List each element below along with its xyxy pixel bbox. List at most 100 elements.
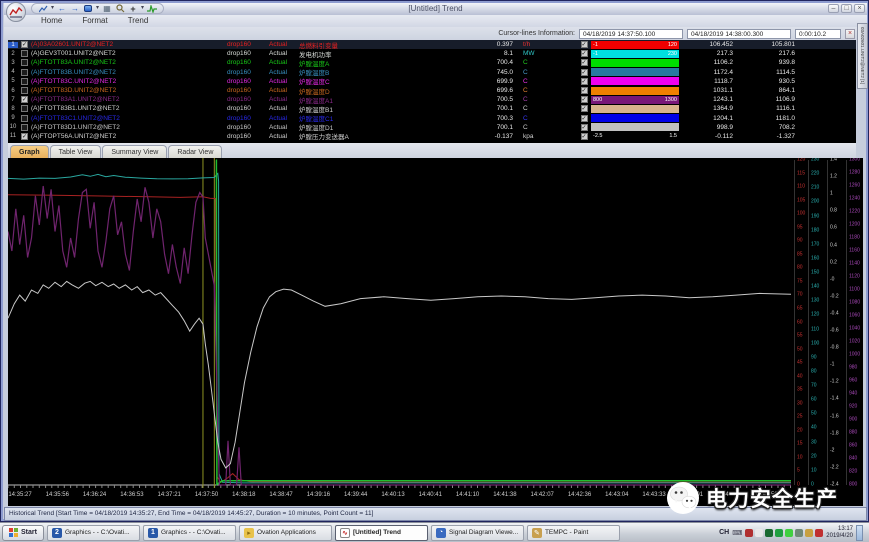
cursor1-value: 1118.7: [679, 78, 733, 85]
menu-tab-home[interactable]: Home: [32, 15, 71, 27]
plot-checkbox[interactable]: ✓: [581, 133, 588, 140]
scale-color-bar[interactable]: -1120: [591, 41, 679, 49]
scale-color-bar[interactable]: [591, 77, 679, 85]
table-row[interactable]: 11✓(A)FTOPT56A.UNIT2@NET2drop160Actual炉膛…: [8, 132, 856, 141]
row-checkbox[interactable]: ✓: [21, 96, 28, 103]
grid-icon[interactable]: ▦: [102, 4, 112, 13]
plot-checkbox[interactable]: ✓: [581, 115, 588, 122]
tab-summary-view[interactable]: Summary View: [102, 145, 167, 158]
tray-icon-4[interactable]: [775, 529, 783, 537]
chevron-down-icon[interactable]: ▾: [96, 4, 99, 13]
row-checkbox[interactable]: [21, 105, 28, 112]
tab-radar-view[interactable]: Radar View: [168, 145, 222, 158]
row-checkbox[interactable]: [21, 78, 28, 85]
plot-checkbox[interactable]: ✓: [581, 105, 588, 112]
scale-color-bar[interactable]: [591, 114, 679, 122]
time-axis-label: 14:37:50: [195, 492, 218, 498]
axis-tick-label: 1260: [849, 184, 860, 189]
tray-icon-7[interactable]: [805, 529, 813, 537]
plot-checkbox-cell: ✓: [577, 124, 591, 131]
axis-tick-label: 70: [811, 384, 817, 389]
row-checkbox[interactable]: [21, 50, 28, 57]
back-arrow-icon[interactable]: ←: [57, 4, 67, 13]
scale-color-bar[interactable]: -1230: [591, 50, 679, 58]
cursor1-time-field[interactable]: 04/18/2019 14:37:50.100: [579, 29, 683, 39]
trend-chart-icon[interactable]: [38, 4, 48, 13]
scale-color-bar[interactable]: 8001300: [591, 96, 679, 104]
row-checkbox[interactable]: ✓: [21, 133, 28, 140]
close-button[interactable]: ×: [854, 4, 865, 13]
language-indicator[interactable]: CH: [719, 529, 729, 536]
plot-checkbox-cell: ✓: [577, 96, 591, 103]
plot-checkbox[interactable]: ✓: [581, 50, 588, 57]
row-checkbox[interactable]: [21, 69, 28, 76]
plot-checkbox[interactable]: ✓: [581, 59, 588, 66]
row-checkbox[interactable]: ✓: [21, 41, 28, 48]
axis-tick-label: 25: [797, 415, 803, 420]
taskbar-button-folder[interactable]: ▸Ovation Applications: [239, 525, 332, 541]
cursor-diff-value: -290.7: [795, 124, 856, 131]
time-axis-label: 14:37:21: [158, 492, 181, 498]
axis-tick-label: -2.2: [830, 465, 839, 470]
trend-chart[interactable]: 1201151101051009590858075706560555045403…: [8, 158, 863, 506]
forward-arrow-icon[interactable]: →: [70, 4, 80, 13]
cursor1-value: 1031.1: [679, 87, 733, 94]
axis-tick-label: 1.4: [830, 158, 837, 163]
cursor2-value: 708.2: [733, 124, 795, 131]
show-desktop-button[interactable]: [856, 525, 863, 541]
scale-color-bar[interactable]: -2.51.5: [591, 132, 679, 140]
scale-color-bar[interactable]: [591, 87, 679, 95]
taskbar-button-paint[interactable]: ✎TEMPC - Paint: [527, 525, 620, 541]
menu-tab-format[interactable]: Format: [73, 15, 116, 27]
plot-checkbox[interactable]: ✓: [581, 96, 588, 103]
signal-units: C: [517, 105, 577, 112]
row-checkbox[interactable]: [21, 59, 28, 66]
tray-icon-5[interactable]: [785, 529, 793, 537]
plot-checkbox[interactable]: ✓: [581, 124, 588, 131]
chevron-down-icon[interactable]: ▾: [141, 4, 144, 13]
minimize-button[interactable]: –: [828, 4, 839, 13]
row-checkbox[interactable]: [21, 87, 28, 94]
taskbar-button-label: Graphics - - C:\Ovati...: [65, 529, 130, 536]
tab-graph[interactable]: Graph: [10, 145, 49, 158]
cursor-info-close-icon[interactable]: ×: [845, 29, 855, 39]
tab-table-view[interactable]: Table View: [50, 145, 102, 158]
maximize-button[interactable]: □: [841, 4, 852, 13]
row-checkbox[interactable]: [21, 115, 28, 122]
plot-checkbox[interactable]: ✓: [581, 87, 588, 94]
scale-color-bar[interactable]: [591, 105, 679, 113]
menu-tab-trend[interactable]: Trend: [119, 15, 158, 27]
chevron-down-icon[interactable]: ▾: [51, 4, 54, 13]
tray-icon-8[interactable]: [815, 529, 823, 537]
scale-color-bar[interactable]: [591, 68, 679, 76]
plot-checkbox[interactable]: ✓: [581, 41, 588, 48]
taskbar-button-trend[interactable]: ∿[Untitled] Trend: [335, 525, 428, 541]
app-menu-button[interactable]: [6, 2, 26, 22]
plot-canvas[interactable]: [8, 158, 793, 490]
taskbar-button-graphics-2[interactable]: 2Graphics - - C:\Ovati...: [47, 525, 140, 541]
tray-icon-6[interactable]: [795, 529, 803, 537]
tray-icon-1[interactable]: [745, 529, 753, 537]
scale-color-bar[interactable]: [591, 59, 679, 67]
tray-icon-2[interactable]: [755, 529, 763, 537]
axis-tick-label: 90: [797, 239, 803, 244]
plot-checkbox[interactable]: ✓: [581, 69, 588, 76]
zoom-icon[interactable]: [115, 4, 125, 13]
start-button[interactable]: Start: [2, 525, 44, 541]
pulse-icon[interactable]: [147, 4, 157, 13]
cursor-delta-field[interactable]: 0:00:10.2: [795, 29, 841, 39]
window-icon[interactable]: [83, 4, 93, 13]
tray-icon-3[interactable]: [765, 529, 773, 537]
keyboard-icon[interactable]: ⌨: [732, 529, 742, 537]
plot-checkbox[interactable]: ✓: [581, 78, 588, 85]
cursor2-time-field[interactable]: 04/18/2019 14:38:00.300: [687, 29, 791, 39]
row-checkbox-cell: [18, 59, 31, 66]
taskbar-button-globe[interactable]: ◔Signal Diagram Viewe...: [431, 525, 524, 541]
cursor2-value: 1114.5: [733, 69, 795, 76]
scale-color-bar[interactable]: [591, 123, 679, 131]
row-checkbox[interactable]: [21, 124, 28, 131]
add-icon[interactable]: +: [128, 4, 138, 13]
side-panel-tab[interactable]: 03A02601.UNIT2@NET2 [1]: [857, 23, 868, 89]
clock[interactable]: 13:17 2019/4/20: [826, 526, 853, 540]
taskbar-button-graphics-1[interactable]: 1Graphics - - C:\Ovati...: [143, 525, 236, 541]
